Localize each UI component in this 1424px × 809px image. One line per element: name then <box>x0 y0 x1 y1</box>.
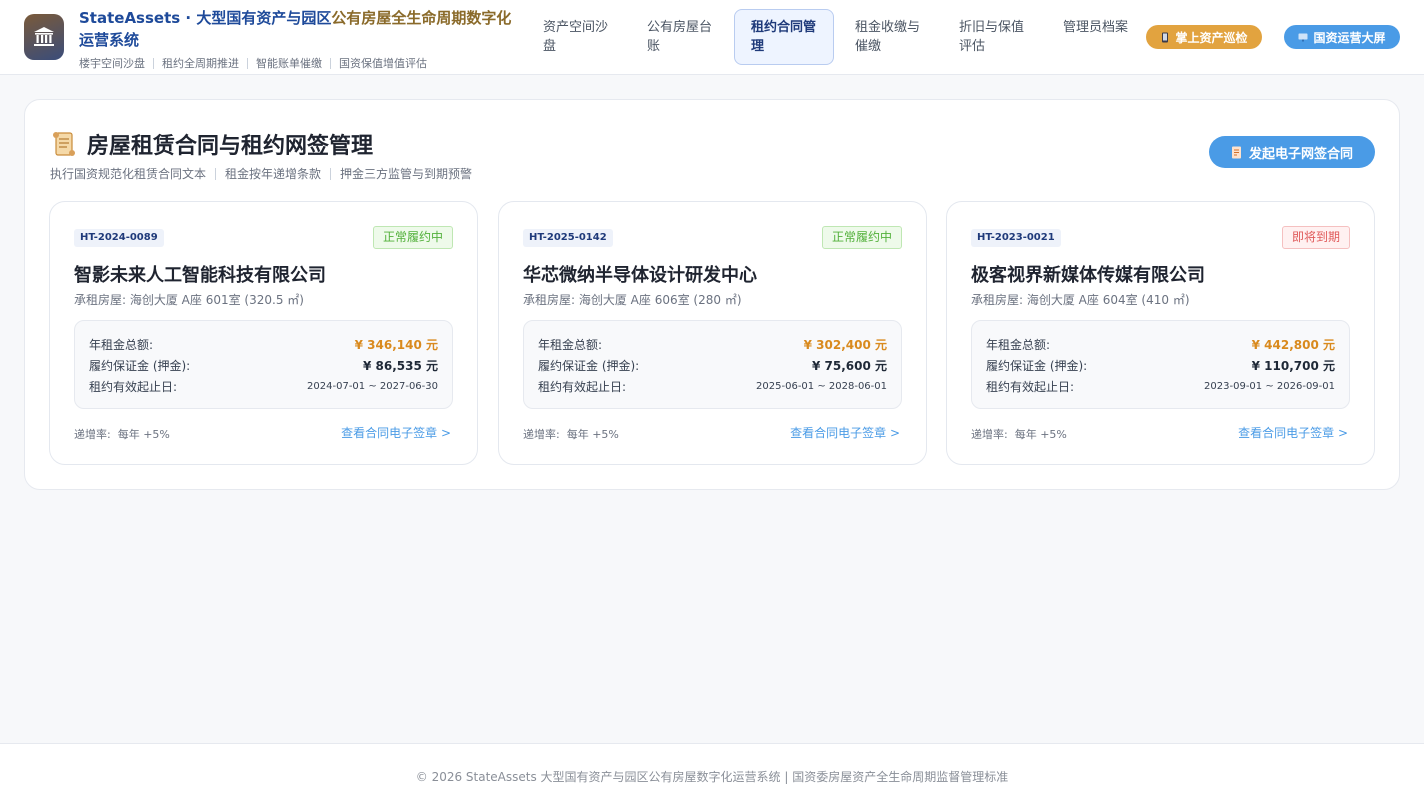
panel-desc-item: 执行国资规范化租赁合同文本 <box>50 167 207 181</box>
rent-value: ¥ 302,400 元 <box>803 337 887 352</box>
period-value: 2025-06-01 ~ 2028-06-01 <box>756 380 887 392</box>
period-label: 租约有效起止日: <box>89 379 178 394</box>
status-badge: 正常履约中 <box>372 226 453 249</box>
scroll-icon <box>53 132 75 156</box>
nav-item-lease-contracts[interactable]: 租约合同管理 <box>734 9 834 65</box>
app-subtitle-item: 租约全周期推进 <box>162 57 239 70</box>
rent-label: 年租金总额: <box>538 337 603 352</box>
leased-room: 承租房屋: 海创大厦 A座 606室 (280 ㎡) <box>523 293 742 307</box>
increase-rate-label: 递增率: <box>74 428 111 441</box>
leased-room: 承租房屋: 海创大厦 A座 601室 (320.5 ㎡) <box>74 293 304 307</box>
main-nav: 资产空间沙盘 公有房屋台账 租约合同管理 租金收缴与催缴 折旧与保值评估 管理员… <box>526 9 1146 65</box>
leased-room: 承租房屋: 海创大厦 A座 604室 (410 ㎡) <box>971 293 1190 307</box>
nav-item-rent-collection[interactable]: 租金收缴与催缴 <box>838 9 938 65</box>
operations-dashboard-label: 国资运营大屏 <box>1313 30 1386 45</box>
operations-dashboard-button[interactable]: 国资运营大屏 <box>1284 25 1400 49</box>
rent-label: 年租金总额: <box>89 337 154 352</box>
period-value: 2023-09-01 ~ 2026-09-01 <box>1204 380 1335 392</box>
contract-terms-box: 年租金总额: ¥ 346,140 元 履约保证金 (押金): ¥ 86,535 … <box>74 320 453 409</box>
desc-divider <box>215 167 217 180</box>
app-subtitle-item: 楼宇空间沙盘 <box>79 57 145 70</box>
app-title: StateAssets · 大型国有资产与园区公有房屋全生命周期数字化 运营系统 <box>79 7 539 51</box>
increase-rate: 递增率: 每年 +5% <box>74 426 170 442</box>
contract-terms-box: 年租金总额: ¥ 302,400 元 履约保证金 (押金): ¥ 75,600 … <box>523 320 902 409</box>
contract-card: HT-2023-0021 即将到期 极客视界新媒体传媒有限公司 承租房屋: 海创… <box>946 201 1375 465</box>
rent-row: 年租金总额: ¥ 302,400 元 <box>538 336 887 352</box>
tenant-name: 华芯微纳半导体设计研发中心 <box>523 265 757 286</box>
contract-id: HT-2025-0142 <box>523 229 613 247</box>
tenant-name: 极客视界新媒体传媒有限公司 <box>971 265 1205 286</box>
nav-item-depreciation[interactable]: 折旧与保值评估 <box>942 9 1042 65</box>
period-row: 租约有效起止日: 2024-07-01 ~ 2027-06-30 <box>89 378 438 394</box>
rent-value: ¥ 346,140 元 <box>354 337 438 352</box>
increase-rate-value: 每年 +5% <box>1014 428 1067 441</box>
period-value: 2024-07-01 ~ 2027-06-30 <box>307 380 438 392</box>
lease-management-panel: 房屋租赁合同与租约网签管理 执行国资规范化租赁合同文本 租金按年递增条款 押金三… <box>24 99 1400 490</box>
app-subtitle-item: 国资保值增值评估 <box>339 57 427 70</box>
deposit-label: 履约保证金 (押金): <box>89 358 191 373</box>
increase-rate: 递增率: 每年 +5% <box>523 426 619 442</box>
period-label: 租约有效起止日: <box>538 379 627 394</box>
deposit-row: 履约保证金 (押金): ¥ 75,600 元 <box>538 357 887 373</box>
desc-divider <box>330 167 332 180</box>
app-header: StateAssets · 大型国有资产与园区公有房屋全生命周期数字化 运营系统… <box>0 0 1424 75</box>
app-title-highlight: 公有房屋全生命周期数字化 <box>331 9 512 27</box>
increase-rate-label: 递增率: <box>971 428 1008 441</box>
view-e-seal-link[interactable]: 查看合同电子签章 > <box>341 424 451 441</box>
document-sign-icon <box>1231 146 1241 158</box>
deposit-label: 履约保证金 (押金): <box>538 358 640 373</box>
app-title-tail: 运营系统 <box>79 31 140 49</box>
panel-desc-item: 租金按年递增条款 <box>225 167 322 181</box>
status-badge: 正常履约中 <box>821 226 902 249</box>
increase-rate-value: 每年 +5% <box>117 428 170 441</box>
period-row: 租约有效起止日: 2025-06-01 ~ 2028-06-01 <box>538 378 887 394</box>
contract-id: HT-2024-0089 <box>74 229 164 247</box>
rent-row: 年租金总额: ¥ 442,800 元 <box>986 336 1335 352</box>
contract-card: HT-2025-0142 正常履约中 华芯微纳半导体设计研发中心 承租房屋: 海… <box>498 201 927 465</box>
phone-icon <box>1162 32 1169 42</box>
period-label: 租约有效起止日: <box>986 379 1075 394</box>
rent-value: ¥ 442,800 元 <box>1251 337 1335 352</box>
start-e-sign-label: 发起电子网签合同 <box>1248 146 1353 162</box>
mobile-inspection-button[interactable]: 掌上资产巡检 <box>1146 25 1262 49</box>
nav-item-housing-ledger[interactable]: 公有房屋台账 <box>630 9 730 65</box>
rent-row: 年租金总额: ¥ 346,140 元 <box>89 336 438 352</box>
monitor-icon <box>1298 33 1308 41</box>
subtitle-divider <box>153 57 154 69</box>
subtitle-divider <box>330 57 331 69</box>
panel-description: 执行国资规范化租赁合同文本 租金按年递增条款 押金三方监管与到期预警 <box>50 165 472 182</box>
increase-rate-label: 递增率: <box>523 428 560 441</box>
panel-desc-item: 押金三方监管与到期预警 <box>340 167 473 181</box>
contract-terms-box: 年租金总额: ¥ 442,800 元 履约保证金 (押金): ¥ 110,700… <box>971 320 1350 409</box>
period-row: 租约有效起止日: 2023-09-01 ~ 2026-09-01 <box>986 378 1335 394</box>
increase-rate-value: 每年 +5% <box>566 428 619 441</box>
app-subtitle-item: 智能账单催缴 <box>256 57 322 70</box>
contract-card: HT-2024-0089 正常履约中 智影未来人工智能科技有限公司 承租房屋: … <box>49 201 478 465</box>
view-e-seal-link[interactable]: 查看合同电子签章 > <box>790 424 900 441</box>
deposit-row: 履约保证金 (押金): ¥ 110,700 元 <box>986 357 1335 373</box>
app-subtitle-list: 楼宇空间沙盘 租约全周期推进 智能账单催缴 国资保值增值评估 <box>79 56 427 70</box>
view-e-seal-link[interactable]: 查看合同电子签章 > <box>1238 424 1348 441</box>
mobile-inspection-label: 掌上资产巡检 <box>1175 30 1248 45</box>
deposit-value: ¥ 110,700 元 <box>1251 358 1335 373</box>
footer-text: © 2026 StateAssets 大型国有资产与园区公有房屋数字化运营系统 … <box>415 770 1009 784</box>
page-footer: © 2026 StateAssets 大型国有资产与园区公有房屋数字化运营系统 … <box>0 743 1424 809</box>
start-e-sign-button[interactable]: 发起电子网签合同 <box>1209 136 1375 168</box>
deposit-value: ¥ 75,600 元 <box>811 358 887 373</box>
status-badge: 即将到期 <box>1281 226 1350 249</box>
deposit-label: 履约保证金 (押金): <box>986 358 1088 373</box>
rent-label: 年租金总额: <box>986 337 1051 352</box>
contract-id: HT-2023-0021 <box>971 229 1061 247</box>
tenant-name: 智影未来人工智能科技有限公司 <box>74 265 326 286</box>
subtitle-divider <box>247 57 248 69</box>
bank-building-icon[interactable] <box>24 14 64 60</box>
panel-title: 房屋租赁合同与租约网签管理 <box>51 128 373 160</box>
increase-rate: 递增率: 每年 +5% <box>971 426 1067 442</box>
deposit-row: 履约保证金 (押金): ¥ 86,535 元 <box>89 357 438 373</box>
app-title-main: StateAssets · 大型国有资产与园区 <box>79 9 332 27</box>
nav-item-asset-sandbox[interactable]: 资产空间沙盘 <box>526 9 626 65</box>
panel-title-text: 房屋租赁合同与租约网签管理 <box>87 134 374 159</box>
deposit-value: ¥ 86,535 元 <box>362 358 438 373</box>
nav-item-admin-profile[interactable]: 管理员档案 <box>1046 9 1146 65</box>
